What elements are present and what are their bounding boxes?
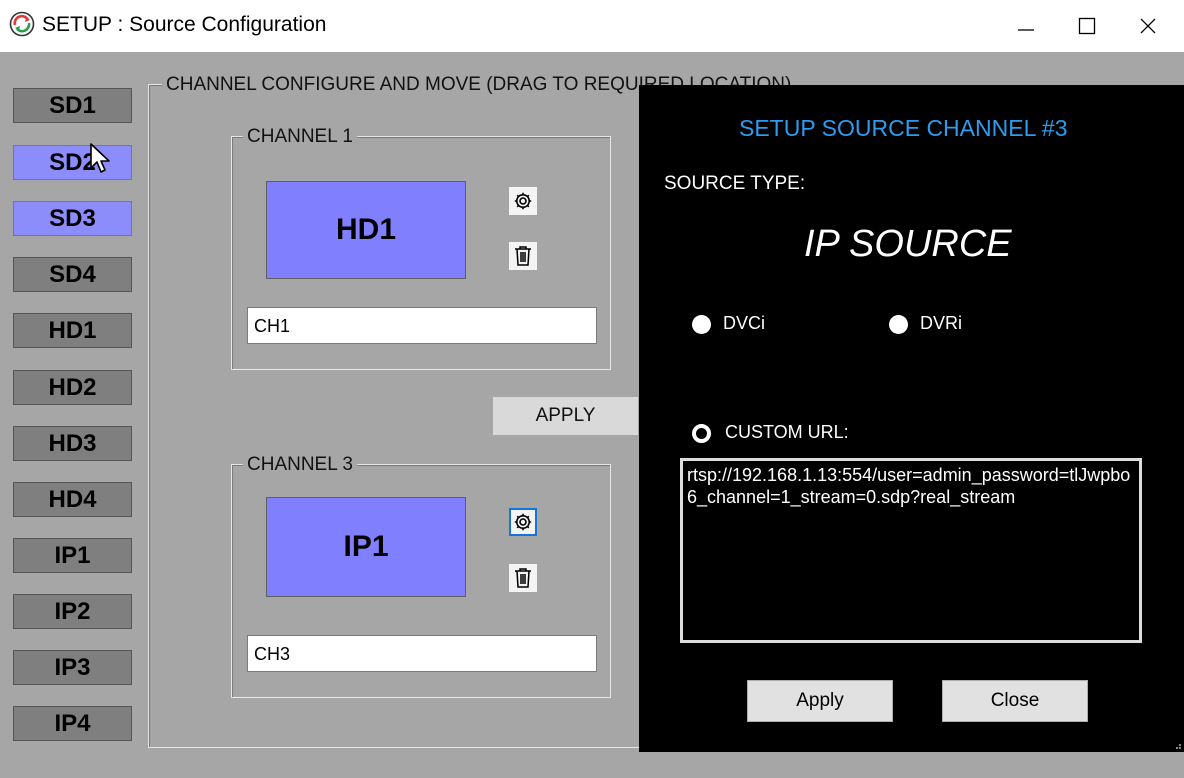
channel-1-delete-button[interactable] (509, 242, 537, 270)
source-button-ip3[interactable]: IP3 (13, 650, 132, 685)
resize-grip-icon[interactable] (1172, 740, 1182, 750)
source-button-ip1[interactable]: IP1 (13, 538, 132, 573)
setup-source-channel-dialog: SETUP SOURCE CHANNEL #3 SOURCE TYPE: IP … (639, 85, 1184, 752)
source-button-hd4[interactable]: HD4 (13, 482, 132, 517)
gear-icon (514, 513, 532, 531)
title-bar: SETUP : Source Configuration (0, 0, 1184, 52)
close-window-button[interactable] (1118, 0, 1178, 52)
dialog-title: SETUP SOURCE CHANNEL #3 (739, 115, 1068, 141)
radio-dvci[interactable] (692, 315, 711, 334)
channel-3-name-input[interactable]: CH3 (247, 635, 597, 672)
source-type-value: IP SOURCE (804, 223, 1012, 265)
minimize-button[interactable] (996, 0, 1056, 52)
dialog-close-button[interactable]: Close (942, 680, 1088, 722)
radio-dvri[interactable] (889, 315, 908, 334)
source-button-hd2[interactable]: HD2 (13, 370, 132, 405)
channel-3-label: CHANNEL 3 (243, 454, 357, 476)
source-button-sd3[interactable]: SD3 (13, 201, 132, 236)
source-button-sd4[interactable]: SD4 (13, 257, 132, 292)
mouse-cursor-icon (90, 143, 110, 173)
trash-icon (515, 568, 531, 588)
channel-1-label: CHANNEL 1 (243, 126, 357, 148)
radio-custom-url-label: CUSTOM URL: (725, 422, 849, 442)
maximize-icon (1078, 17, 1096, 35)
source-button-hd1[interactable]: HD1 (13, 313, 132, 348)
channel-3-settings-button[interactable] (509, 508, 537, 536)
channel-1-source-tile[interactable]: HD1 (266, 181, 466, 279)
source-type-label: SOURCE TYPE: (664, 173, 806, 194)
radio-dvci-label: DVCi (723, 313, 766, 333)
channel-1-settings-button[interactable] (509, 187, 537, 215)
source-button-sd1[interactable]: SD1 (13, 88, 132, 123)
channel-1-name-input[interactable]: CH1 (247, 307, 597, 344)
close-icon (1140, 18, 1156, 34)
radio-dvri-label: DVRi (920, 313, 963, 333)
dialog-apply-button[interactable]: Apply (747, 680, 893, 722)
source-button-ip4[interactable]: IP4 (13, 706, 132, 741)
custom-url-textarea[interactable]: rtsp://192.168.1.13:554/user=admin_passw… (680, 458, 1142, 643)
gear-icon (514, 192, 532, 210)
channel-3-source-tile[interactable]: IP1 (266, 497, 466, 597)
app-logo-icon (9, 11, 35, 37)
minimize-icon (1018, 29, 1034, 31)
source-button-ip2[interactable]: IP2 (13, 594, 132, 629)
radio-custom-url[interactable] (692, 424, 711, 443)
trash-icon (515, 246, 531, 266)
window-title: SETUP : Source Configuration (42, 13, 327, 36)
maximize-button[interactable] (1057, 0, 1117, 52)
channel-3-delete-button[interactable] (509, 564, 537, 592)
source-button-hd3[interactable]: HD3 (13, 426, 132, 461)
apply-button[interactable]: APPLY (493, 397, 638, 435)
